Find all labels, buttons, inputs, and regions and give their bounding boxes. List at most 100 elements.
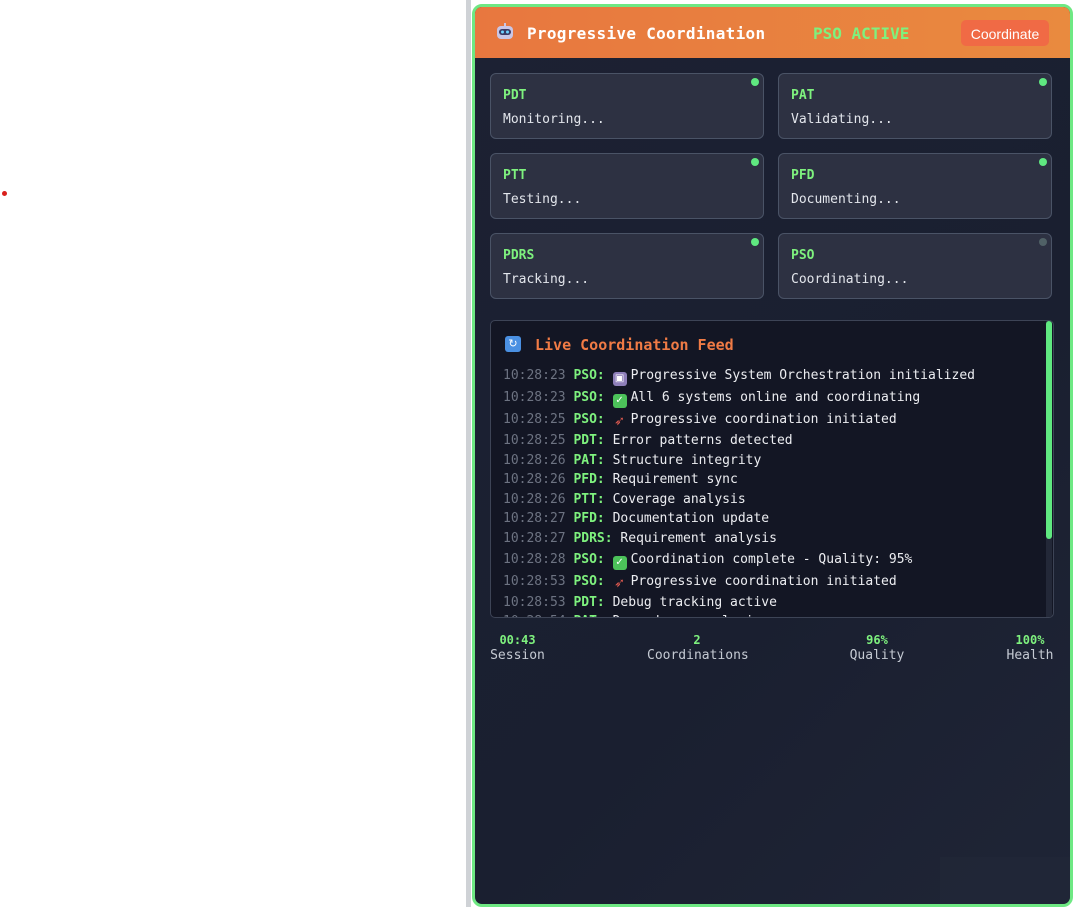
- feed-message: Dependency analysis: [613, 614, 762, 617]
- feed-timestamp: 10:28:27: [503, 530, 566, 546]
- coordination-feed[interactable]: ↻ Live Coordination Feed 10:28:23 PSO: ▣…: [490, 320, 1054, 618]
- feed-source: PSO:: [573, 368, 605, 383]
- system-status: Coordinating...: [791, 272, 909, 287]
- system-card-pat[interactable]: PAT Validating...: [778, 73, 1052, 139]
- status-indicator: [751, 78, 759, 86]
- feed-timestamp: 10:28:26: [503, 452, 566, 468]
- feed-entry: 10:28:25 PSO: ➶ Progressive coordination …: [503, 409, 1033, 431]
- feed-entry: 10:28:27 PFD: Documentation update: [503, 509, 1033, 529]
- feed-timestamp: 10:28:53: [503, 573, 566, 589]
- feed-timestamp: 10:28:28: [503, 551, 566, 567]
- stat-label: Quality: [849, 648, 905, 663]
- system-status: Validating...: [791, 112, 893, 127]
- page-divider: [466, 0, 471, 907]
- system-card-pso[interactable]: PSO Coordinating...: [778, 233, 1052, 299]
- system-card-ptt[interactable]: PTT Testing...: [490, 153, 764, 219]
- feed-entry: 10:28:23 PSO: ▣ Progressive System Orches…: [503, 365, 1033, 387]
- status-badge: PSO ACTIVE: [813, 24, 910, 43]
- check-icon: ✓: [612, 555, 627, 570]
- system-name: PFD: [791, 168, 815, 183]
- rocket-icon: ➶: [614, 575, 626, 591]
- stat-session: 00:43 Session: [490, 633, 545, 663]
- check-icon: ✓: [612, 394, 627, 408]
- stat-value: 00:43: [499, 633, 536, 647]
- system-card-pfd[interactable]: PFD Documenting...: [778, 153, 1052, 219]
- corner-shade: [940, 857, 1070, 904]
- system-name: PDT: [503, 88, 527, 103]
- panel-header: Progressive Coordination PSO ACTIVE Coor…: [475, 7, 1070, 58]
- system-status: Monitoring...: [503, 112, 605, 127]
- stat-value: 2: [693, 633, 701, 647]
- stat-label: Health: [1006, 648, 1054, 663]
- coordinate-button[interactable]: Coordinate: [961, 20, 1049, 46]
- stat-health: 100% Health: [1005, 633, 1055, 663]
- feed-message: Requirement sync: [612, 472, 738, 488]
- feed-source: PFD:: [573, 511, 605, 527]
- feed-source: PAT:: [573, 452, 605, 468]
- system-status: Testing...: [503, 192, 582, 207]
- status-indicator: [751, 238, 759, 246]
- feed-timestamp: 10:28:23: [503, 368, 566, 383]
- feed-entry: 10:28:53 PSO: ➶ Progressive coordination …: [503, 571, 1033, 593]
- feed-source: PSO:: [573, 390, 605, 405]
- red-dot-marker: [2, 191, 7, 196]
- status-indicator: [1039, 78, 1047, 86]
- system-card-pdt[interactable]: PDT Monitoring...: [490, 73, 764, 139]
- status-indicator: [1039, 158, 1047, 166]
- system-name: PTT: [503, 168, 527, 183]
- feed-timestamp: 10:28:23: [503, 390, 566, 405]
- feed-timestamp: 10:28:53: [503, 594, 566, 610]
- refresh-icon: ↻: [505, 336, 521, 352]
- feed-timestamp: 10:28:25: [503, 433, 566, 448]
- feed-message: Coverage analysis: [612, 491, 746, 507]
- feed-entry: 10:28:23 PSO: ✓ All 6 systems online and …: [503, 387, 1033, 409]
- feed-source: PTT:: [573, 491, 605, 507]
- feed-log: 10:28:23 PSO: ▣ Progressive System Orches…: [503, 365, 1033, 617]
- feed-entry: 10:28:27 PDRS: Requirement analysis: [503, 529, 1033, 549]
- rocket-icon: ➶: [614, 414, 626, 429]
- feed-timestamp: 10:28:54: [503, 614, 566, 617]
- feed-entry: 10:28:53 PDT: Debug tracking active: [503, 593, 1033, 613]
- stat-value: 100%: [1015, 633, 1045, 647]
- feed-message: Progressive coordination initiated: [630, 573, 897, 589]
- system-card-pdrs[interactable]: PDRS Tracking...: [490, 233, 764, 299]
- feed-entry: 10:28:26 PFD: Requirement sync: [503, 470, 1033, 490]
- feed-message: All 6 systems online and coordinating: [630, 390, 921, 405]
- feed-entry: 10:28:28 PSO: ✓ Coordination complete - Q…: [503, 549, 1033, 571]
- feed-source: PAT:: [573, 614, 604, 617]
- feed-scrollbar-thumb[interactable]: [1046, 321, 1052, 539]
- stat-quality: 96% Quality: [847, 633, 907, 663]
- system-name: PAT: [791, 88, 815, 103]
- status-indicator: [1039, 238, 1047, 246]
- robot-icon: [497, 23, 513, 39]
- feed-source: PSO:: [573, 551, 605, 567]
- status-indicator: [751, 158, 759, 166]
- system-name: PSO: [791, 248, 815, 263]
- system-name: PDRS: [503, 248, 535, 263]
- feed-source: PSO:: [573, 573, 605, 589]
- feed-message: Structure integrity: [612, 452, 762, 468]
- stat-label: Coordinations: [647, 648, 749, 663]
- feed-source: PDT:: [573, 433, 605, 448]
- system-status: Tracking...: [503, 272, 590, 287]
- feed-message: Debug tracking active: [612, 594, 777, 610]
- feed-source: PDT:: [573, 594, 605, 610]
- feed-message: Progressive System Orchestration initial…: [630, 368, 975, 383]
- feed-entry: 10:28:26 PTT: Coverage analysis: [503, 490, 1033, 510]
- feed-entry: 10:28:54 PAT: Dependency analysis: [503, 612, 1033, 617]
- feed-source: PFD:: [573, 472, 605, 488]
- feed-timestamp: 10:28:27: [503, 511, 566, 527]
- stat-value: 96%: [866, 633, 888, 647]
- feed-entry: 10:28:25 PDT: Error patterns detected: [503, 431, 1033, 451]
- panel-title: Progressive Coordination: [527, 24, 766, 43]
- feed-message: Requirement analysis: [620, 530, 777, 546]
- feed-timestamp: 10:28:25: [503, 412, 566, 427]
- feed-entry: 10:28:26 PAT: Structure integrity: [503, 451, 1033, 471]
- feed-message: Coordination complete - Quality: 95%: [630, 551, 913, 567]
- stat-coordinations: 2 Coordinations: [647, 633, 749, 663]
- coordination-panel: Progressive Coordination PSO ACTIVE Coor…: [472, 4, 1073, 907]
- feed-message: Documentation update: [612, 511, 770, 527]
- robot-icon: ▣: [612, 372, 627, 386]
- system-status: Documenting...: [791, 192, 901, 207]
- feed-source: PDRS:: [573, 530, 613, 546]
